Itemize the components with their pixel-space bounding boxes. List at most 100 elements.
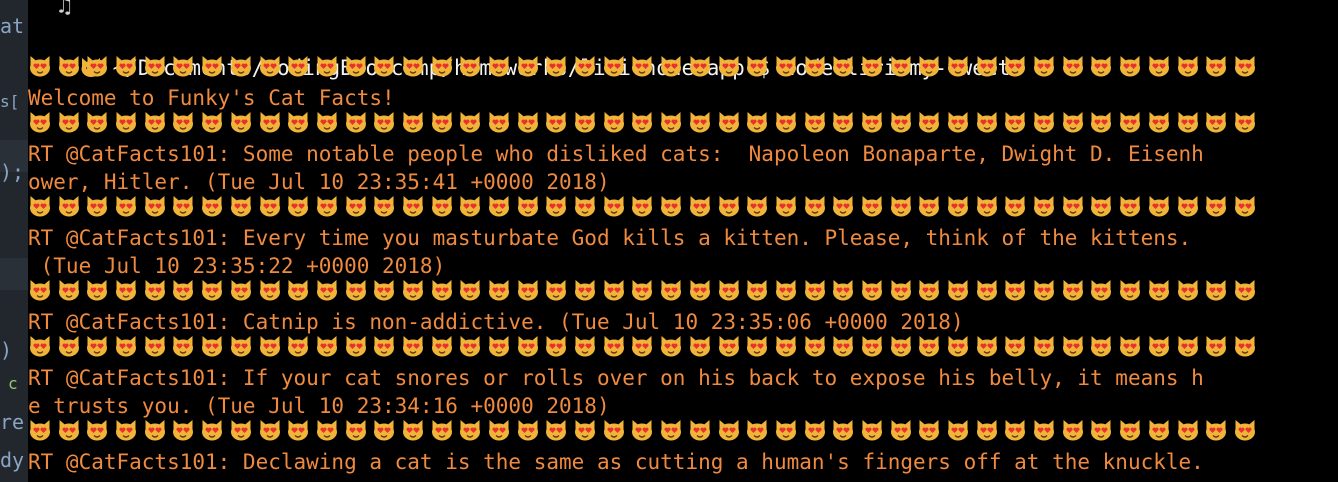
- heart-eyes-cat-icon: [661, 56, 682, 77]
- heart-eyes-cat-icon: [87, 420, 108, 441]
- heart-eyes-cat-icon: [747, 280, 768, 301]
- heart-eyes-cat-icon: [316, 196, 337, 217]
- heart-eyes-cat-icon: [747, 336, 768, 357]
- heart-eyes-cat-icon: [431, 280, 452, 301]
- heart-eyes-cat-icon: [546, 420, 567, 441]
- heart-eyes-cat-icon: [173, 280, 194, 301]
- heart-eyes-cat-icon: [1177, 336, 1198, 357]
- heart-eyes-cat-icon: [460, 112, 481, 133]
- heart-eyes-cat-icon: [230, 336, 251, 357]
- heart-eyes-cat-icon: [1177, 112, 1198, 133]
- heart-eyes-cat-icon: [460, 280, 481, 301]
- heart-eyes-cat-icon: [1206, 196, 1227, 217]
- music-note-icon: ♫: [58, 0, 72, 19]
- heart-eyes-cat-icon: [804, 336, 825, 357]
- heart-eyes-cat-icon: [144, 336, 165, 357]
- emoji-divider-row: [28, 192, 1262, 220]
- heart-eyes-cat-icon: [632, 56, 653, 77]
- heart-eyes-cat-icon: [288, 112, 309, 133]
- heart-eyes-cat-icon: [1206, 280, 1227, 301]
- heart-eyes-cat-icon: [517, 420, 538, 441]
- heart-eyes-cat-icon: [546, 336, 567, 357]
- heart-eyes-cat-icon: [603, 420, 624, 441]
- heart-eyes-cat-icon: [259, 420, 280, 441]
- heart-eyes-cat-icon: [1148, 336, 1169, 357]
- heart-eyes-cat-icon: [30, 56, 50, 77]
- heart-eyes-cat-icon: [402, 336, 423, 357]
- heart-eyes-cat-icon: [689, 196, 710, 217]
- heart-eyes-cat-icon: [402, 420, 423, 441]
- heart-eyes-cat-icon: [948, 196, 968, 217]
- heart-eyes-cat-icon: [489, 56, 509, 77]
- heart-eyes-cat-icon: [689, 336, 710, 357]
- heart-eyes-cat-icon: [804, 56, 825, 77]
- heart-eyes-cat-icon: [775, 112, 796, 133]
- heart-eyes-cat-icon: [804, 420, 825, 441]
- heart-eyes-cat-icon: [976, 112, 997, 133]
- heart-eyes-cat-icon: [1120, 196, 1141, 217]
- heart-eyes-cat-icon: [288, 336, 309, 357]
- heart-eyes-cat-icon: [58, 336, 79, 357]
- heart-eyes-cat-icon: [632, 196, 653, 217]
- heart-eyes-cat-icon: [1148, 196, 1169, 217]
- heart-eyes-cat-icon: [517, 112, 538, 133]
- heart-eyes-cat-icon: [775, 420, 796, 441]
- heart-eyes-cat-icon: [1062, 420, 1083, 441]
- heart-eyes-cat-icon: [1062, 56, 1083, 77]
- terminal-window[interactable]: ♫ ~/Documents/codingBootcamp/homeworks/l…: [28, 0, 1338, 482]
- heart-eyes-cat-icon: [1234, 112, 1255, 133]
- heart-eyes-cat-icon: [546, 196, 567, 217]
- heart-eyes-cat-icon: [1005, 336, 1026, 357]
- heart-eyes-cat-icon: [489, 280, 509, 301]
- heart-eyes-cat-icon: [1234, 420, 1255, 441]
- heart-eyes-cat-icon: [58, 420, 79, 441]
- heart-eyes-cat-icon: [804, 280, 825, 301]
- heart-eyes-cat-icon: [603, 336, 624, 357]
- heart-eyes-cat-icon: [288, 280, 309, 301]
- heart-eyes-cat-icon: [144, 112, 165, 133]
- heart-eyes-cat-icon: [861, 420, 882, 441]
- heart-eyes-cat-icon: [87, 336, 108, 357]
- heart-eyes-cat-icon: [431, 112, 452, 133]
- heart-eyes-cat-icon: [345, 420, 366, 441]
- heart-eyes-cat-icon: [288, 56, 309, 77]
- heart-eyes-cat-icon: [173, 336, 194, 357]
- heart-eyes-cat-icon: [948, 336, 968, 357]
- heart-eyes-cat-icon: [58, 56, 79, 77]
- heart-eyes-cat-icon: [689, 56, 710, 77]
- heart-eyes-cat-icon: [87, 196, 108, 217]
- heart-eyes-cat-icon: [747, 196, 768, 217]
- heart-eyes-cat-icon: [603, 56, 624, 77]
- heart-eyes-cat-icon: [1034, 280, 1055, 301]
- heart-eyes-cat-icon: [144, 196, 165, 217]
- heart-eyes-cat-icon: [603, 280, 624, 301]
- heart-eyes-cat-icon: [87, 56, 108, 77]
- heart-eyes-cat-icon: [1091, 196, 1112, 217]
- heart-eyes-cat-icon: [116, 56, 137, 77]
- heart-eyes-cat-icon: [661, 196, 682, 217]
- heart-eyes-cat-icon: [632, 336, 653, 357]
- heart-eyes-cat-icon: [1005, 280, 1026, 301]
- heart-eyes-cat-icon: [1005, 56, 1026, 77]
- heart-eyes-cat-icon: [58, 112, 79, 133]
- heart-eyes-cat-icon: [948, 420, 968, 441]
- heart-eyes-cat-icon: [1148, 280, 1169, 301]
- heart-eyes-cat-icon: [402, 196, 423, 217]
- heart-eyes-cat-icon: [747, 56, 768, 77]
- heart-eyes-cat-icon: [976, 420, 997, 441]
- heart-eyes-cat-icon: [1234, 56, 1255, 77]
- heart-eyes-cat-icon: [718, 280, 739, 301]
- heart-eyes-cat-icon: [890, 336, 911, 357]
- heart-eyes-cat-icon: [1120, 420, 1141, 441]
- heart-eyes-cat-icon: [1234, 280, 1255, 301]
- heart-eyes-cat-icon: [546, 280, 567, 301]
- heart-eyes-cat-icon: [374, 420, 395, 441]
- heart-eyes-cat-icon: [460, 336, 481, 357]
- heart-eyes-cat-icon: [661, 336, 682, 357]
- heart-eyes-cat-icon: [575, 280, 596, 301]
- heart-eyes-cat-icon: [1005, 420, 1026, 441]
- heart-eyes-cat-icon: [489, 112, 509, 133]
- heart-eyes-cat-icon: [1034, 196, 1055, 217]
- heart-eyes-cat-icon: [603, 112, 624, 133]
- editor-text-fragment: );: [0, 160, 25, 184]
